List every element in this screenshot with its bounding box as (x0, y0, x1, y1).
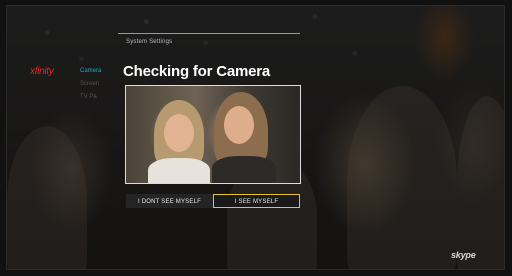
camera-preview (125, 85, 301, 184)
i-dont-see-myself-button[interactable]: I DONT SEE MYSELF (126, 194, 213, 208)
header-divider (118, 33, 300, 34)
side-menu-item-camera[interactable]: Camera (80, 67, 101, 80)
section-title: System Settings (126, 39, 173, 45)
dialog-title: Checking for Camera (123, 63, 271, 80)
side-menu-item-screen[interactable]: Screen (80, 80, 101, 93)
settings-side-menu: Camera Screen TV Pa (80, 67, 101, 106)
xfinity-logo: xfinity (30, 66, 54, 77)
skype-logo: skype (451, 250, 476, 260)
camera-person-left (146, 96, 216, 183)
camera-person-right (208, 90, 280, 183)
side-menu-item-tv[interactable]: TV Pa (80, 93, 101, 106)
i-see-myself-button[interactable]: I SEE MYSELF (213, 194, 300, 208)
